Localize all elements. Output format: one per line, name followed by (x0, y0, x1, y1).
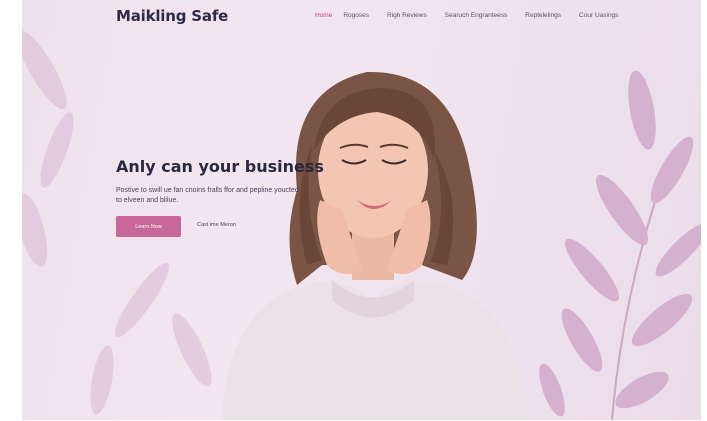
top-nav: Maikling Safe Home Rogoses Righ Reviews … (22, 0, 701, 36)
nav-link-rogoses[interactable]: Rogoses (343, 12, 369, 19)
nav-link-reptelelings[interactable]: Reptelelings (525, 12, 561, 19)
secondary-link[interactable]: Cast ime Meron (197, 222, 236, 228)
learn-now-button[interactable]: Learn Now (116, 216, 181, 237)
hero-subtitle: Postive to swill ue fan cnoins fralls ff… (116, 187, 299, 204)
hero-page: Maikling Safe Home Rogoses Righ Reviews … (22, 0, 701, 420)
nav-links: Home Rogoses Righ Reviews Searuch Engran… (315, 12, 618, 19)
nav-link-reviews[interactable]: Righ Reviews (387, 12, 427, 19)
nav-link-home[interactable]: Home (315, 12, 332, 19)
nav-link-cour-uasings[interactable]: Cour Uasings (579, 12, 618, 19)
brand-logo[interactable]: Maikling Safe (116, 7, 228, 25)
hero-title: Anly can your business (116, 157, 324, 176)
nav-link-search-engines[interactable]: Searuch Engranteess (445, 12, 508, 19)
hero-model-image (222, 71, 527, 420)
